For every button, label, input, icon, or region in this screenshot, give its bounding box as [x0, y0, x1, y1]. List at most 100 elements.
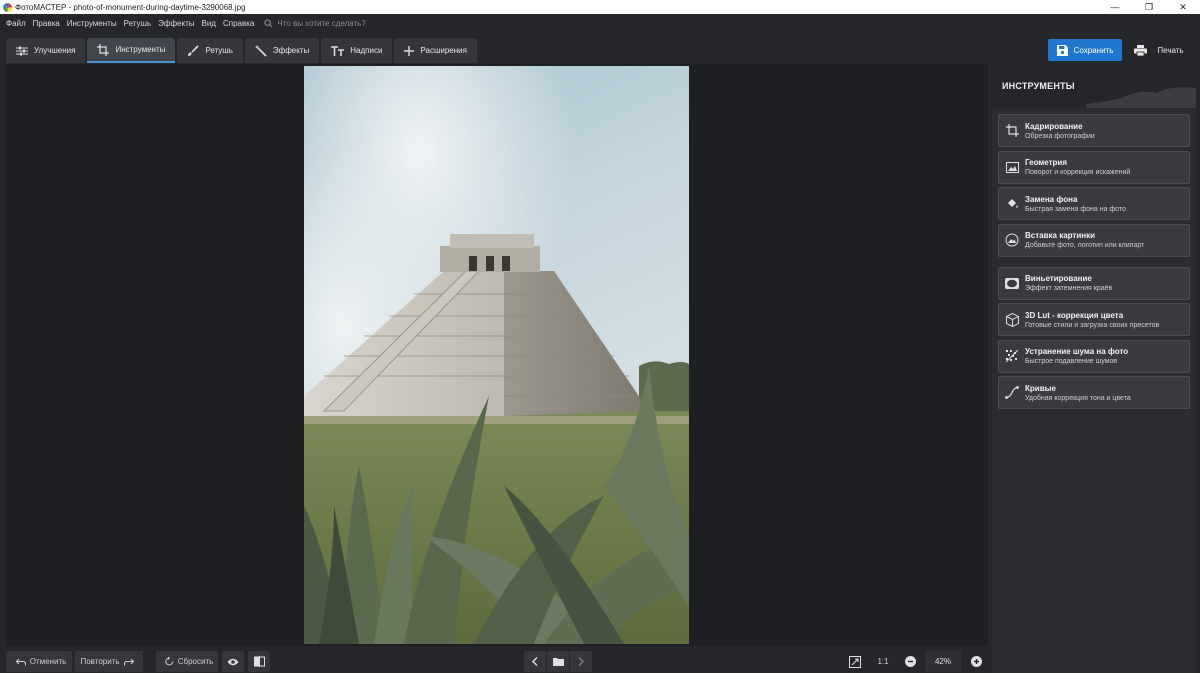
command-search[interactable] [264, 18, 438, 28]
sliders-icon [16, 46, 28, 55]
panel-title: ИНСТРУМЕНТЫ [1002, 81, 1075, 91]
undo-label: Отменить [29, 657, 67, 666]
tool-name: Кадрирование [1025, 121, 1083, 131]
photo-preview[interactable] [304, 66, 689, 644]
tab-label: Ретушь [205, 46, 233, 55]
redo-button[interactable]: Повторить [75, 651, 143, 672]
tool-curves[interactable]: Кривые Удобная коррекция тона и цвета [998, 376, 1190, 409]
reset-label: Сбросить [177, 657, 214, 666]
search-input[interactable] [277, 18, 438, 28]
menu-retouch[interactable]: Ретушь [124, 19, 152, 28]
menu-bar: Файл Правка Инструменты Ретушь Эффекты В… [0, 14, 1200, 32]
redo-icon [123, 658, 134, 665]
bottom-bar: Отменить Повторить Сбросить 1:1 42% [0, 646, 988, 673]
plus-icon [404, 45, 415, 56]
paint-bucket-icon [1007, 199, 1018, 208]
reset-button[interactable]: Сбросить [156, 651, 218, 672]
fit-screen-icon [849, 655, 861, 668]
reset-icon [165, 657, 173, 666]
menu-effects[interactable]: Эффекты [158, 19, 194, 28]
tab-retouch[interactable]: Ретушь [177, 38, 243, 63]
undo-button[interactable]: Отменить [6, 651, 72, 672]
menu-view[interactable]: Вид [201, 19, 215, 28]
main-toolbar: Улучшения Инструменты Ретушь Эффекты Над… [0, 32, 1200, 64]
tool-desc: Готовые стили и загрузка своих пресетов [1025, 321, 1160, 329]
crop-icon [97, 43, 110, 56]
print-button[interactable]: Печать [1126, 39, 1192, 61]
menu-edit[interactable]: Правка [33, 19, 60, 28]
print-label: Печать [1157, 45, 1184, 55]
menu-help[interactable]: Справка [223, 19, 254, 28]
tool-name: Виньетирование [1025, 274, 1092, 283]
floppy-disk-icon [1056, 44, 1068, 56]
tool-background-replace[interactable]: Замена фона Быстрая замена фона на фото [998, 187, 1190, 220]
tool-desc: Добавьте фото, логотип или клипарт [1025, 242, 1145, 249]
magic-wand-icon [254, 44, 267, 57]
tab-tools[interactable]: Инструменты [87, 38, 176, 63]
open-folder-button[interactable] [547, 651, 569, 672]
actual-size-button[interactable]: 1:1 [872, 651, 894, 672]
tool-vignette[interactable]: Виньетирование Эффект затемнения краёв [998, 266, 1190, 300]
minimize-icon[interactable]: — [1098, 0, 1132, 14]
crop-icon [1005, 124, 1019, 137]
tool-name: 3D Lut - коррекция цвета [1025, 310, 1124, 320]
tool-desc: Быстрое подавление шумов [1025, 358, 1118, 365]
close-icon[interactable]: ✕ [1166, 0, 1200, 14]
tool-desc: Поворот и коррекция искажений [1025, 169, 1131, 176]
save-button[interactable]: Сохранить [1048, 39, 1122, 61]
tool-name: Устранение шума на фото [1025, 347, 1129, 356]
zoom-in-icon [970, 656, 982, 667]
tab-effects[interactable]: Эффекты [244, 38, 320, 63]
app-logo-icon [3, 2, 12, 12]
tool-3d-lut[interactable]: 3D Lut - коррекция цвета Готовые стили и … [998, 303, 1190, 336]
title-bar: ФотоМАСТЕР - photo-of-monument-during-da… [0, 0, 1200, 14]
zoom-in-button[interactable] [966, 651, 986, 672]
zoom-level[interactable]: 42% [925, 651, 961, 672]
prev-image-button[interactable] [524, 651, 546, 672]
preview-toggle-button[interactable] [222, 651, 244, 672]
tools-panel: ИНСТРУМЕНТЫ Кадрирование Обрезка фотограф… [992, 64, 1196, 673]
insert-image-icon [1005, 233, 1019, 247]
tab-label: Инструменты [115, 45, 166, 54]
tool-noise-reduction[interactable]: Устранение шума на фото Быстрое подавлени… [998, 339, 1190, 373]
chevron-right-icon [578, 657, 584, 666]
save-label: Сохранить [1073, 45, 1114, 55]
tool-crop[interactable]: Кадрирование Обрезка фотографии [998, 114, 1190, 147]
restore-icon[interactable]: ❐ [1132, 0, 1166, 14]
tool-name: Вставка картинки [1025, 231, 1096, 240]
tab-enhancements[interactable]: Улучшения [6, 38, 86, 63]
ratio-label: 1:1 [877, 657, 889, 666]
panel-header: ИНСТРУМЕНТЫ [992, 64, 1196, 108]
menu-file[interactable]: Файл [6, 19, 26, 28]
tool-desc: Удобная коррекция тона и цвета [1025, 394, 1131, 402]
tab-captions[interactable]: Надписи [321, 38, 393, 63]
folder-icon [552, 658, 564, 666]
tool-desc: Быстрая замена фона на фото [1025, 205, 1126, 213]
treeline-decoration [1086, 87, 1196, 108]
undo-icon [15, 658, 26, 665]
next-image-button[interactable] [570, 651, 592, 672]
compare-button[interactable] [248, 651, 270, 672]
tool-name: Геометрия [1025, 158, 1068, 167]
fit-screen-button[interactable] [845, 651, 865, 672]
tab-label: Расширения [420, 46, 467, 55]
tool-desc: Обрезка фотографии [1025, 132, 1095, 140]
tab-label: Надписи [350, 46, 383, 55]
tab-extensions[interactable]: Расширения [394, 38, 477, 63]
redo-label: Повторить [80, 657, 120, 666]
printer-icon [1134, 44, 1148, 56]
zoom-out-icon [904, 656, 916, 667]
zoom-out-button[interactable] [900, 651, 920, 672]
cube-icon [1005, 312, 1019, 327]
menu-tools[interactable]: Инструменты [67, 19, 117, 28]
chevron-left-icon [532, 657, 538, 666]
tool-desc: Эффект затемнения краёв [1025, 285, 1113, 292]
pyramid-photo [304, 66, 689, 644]
noise-icon [1006, 350, 1018, 362]
tab-label: Эффекты [272, 46, 310, 55]
window-title: ФотоМАСТЕР - photo-of-monument-during-da… [15, 2, 246, 12]
vignette-icon [1005, 277, 1019, 289]
tool-geometry[interactable]: Геометрия Поворот и коррекция искажений [998, 150, 1190, 184]
tool-insert-image[interactable]: Вставка картинки Добавьте фото, логотип и… [998, 223, 1190, 257]
brush-icon [188, 44, 199, 56]
